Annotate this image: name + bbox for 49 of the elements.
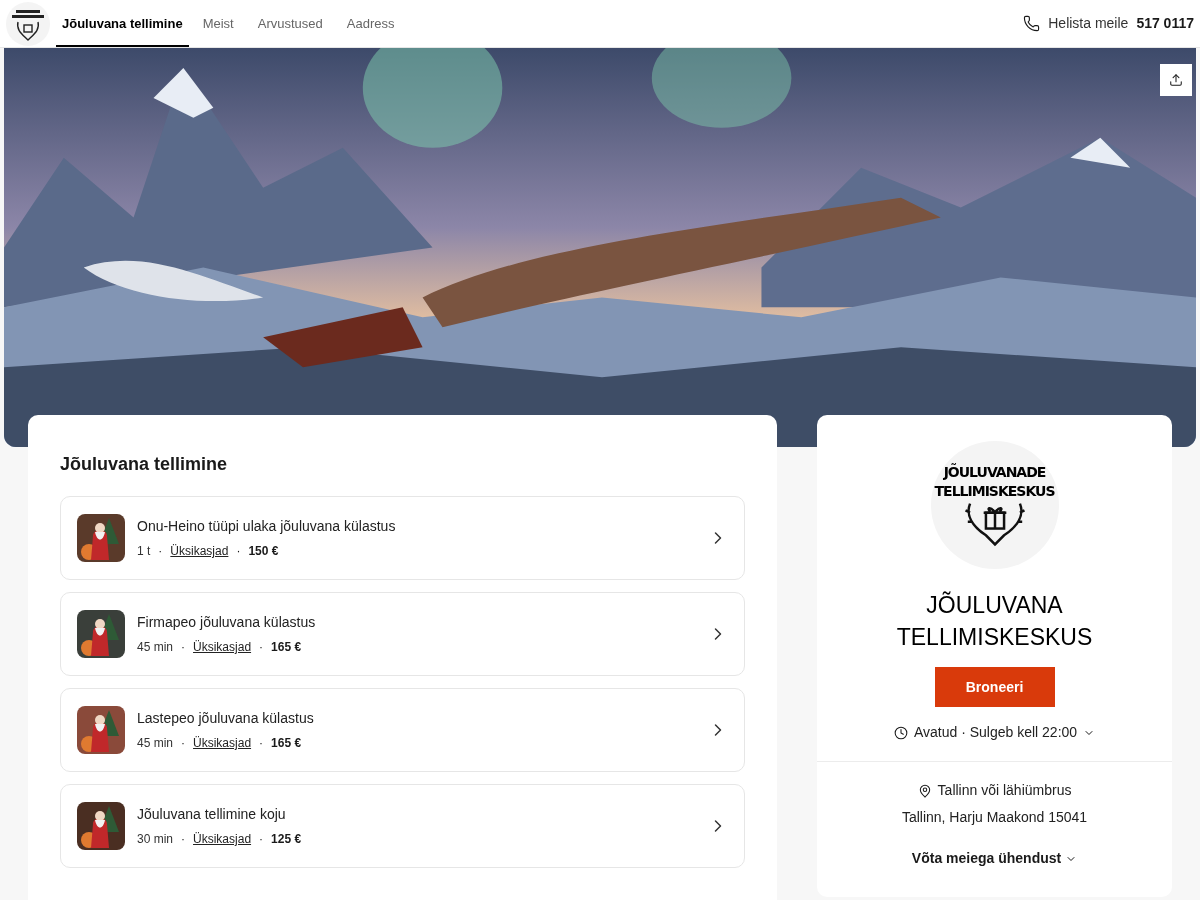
details-link[interactable]: Üksikasjad: [193, 830, 252, 848]
location-text: Tallinn või lähiümbrus: [937, 781, 1072, 800]
service-name: Lastepeo jõuluvana külastus: [137, 709, 315, 728]
phone-label: Helista meile: [1048, 14, 1129, 33]
service-row[interactable]: Firmapeo jõuluvana külastus 45 min · Üksikasjad · 165 €: [60, 592, 746, 676]
separator-dot: ·: [181, 831, 186, 848]
service-name: Onu-Heino tüüpi ulaka jõuluvana külastus: [137, 517, 397, 536]
opening-hours[interactable]: Avatud · Sulgeb kell 22:00: [913, 722, 1078, 743]
service-price: 165 €: [271, 639, 302, 656]
service-name: Firmapeo jõuluvana külastus: [137, 613, 317, 632]
separator-dot: ·: [158, 543, 163, 560]
service-row[interactable]: Onu-Heino tüüpi ulaka jõuluvana külastus 1 t · Üksikasjad · 150 €: [60, 496, 746, 580]
separator-dot: ·: [259, 735, 264, 752]
separator-dot: ·: [181, 639, 186, 656]
logo-text: JÕULUVANADE: [943, 463, 1046, 482]
separator-dot: ·: [236, 543, 241, 560]
book-button[interactable]: Broneeri: [934, 667, 1055, 707]
service-row[interactable]: Jõuluvana tellimine koju 30 min · Üksikasjad · 125 €: [60, 784, 746, 868]
phone-icon: [1023, 15, 1041, 32]
details-link[interactable]: Üksikasjad: [193, 734, 252, 752]
separator-dot: ·: [181, 735, 186, 752]
clock-icon: [893, 725, 908, 740]
separator-dot: ·: [259, 639, 264, 656]
contact-toggle[interactable]: Võta meiega ühendust: [911, 848, 1062, 869]
nav-tab[interactable]: Meist: [192, 0, 244, 47]
location-pin-icon: [917, 783, 932, 798]
details-link[interactable]: Üksikasjad: [170, 542, 229, 560]
business-name: TELLIMISKESKUS: [896, 623, 1093, 652]
service-name: Jõuluvana tellimine koju: [137, 805, 287, 824]
service-duration: 45 min: [137, 735, 174, 752]
service-duration: 30 min: [137, 831, 174, 848]
service-duration: 45 min: [137, 639, 174, 656]
service-duration: 1 t: [137, 543, 151, 560]
logo-text: TELLIMISKESKUS: [934, 482, 1055, 501]
share-icon: [1169, 73, 1183, 87]
nav-tab[interactable]: Aadress: [336, 0, 405, 47]
services-title: Jõuluvana tellimine: [60, 453, 229, 476]
logo[interactable]: [6, 1, 50, 46]
business-name: JÕULUVANA: [926, 590, 1063, 620]
service-price: 125 €: [271, 831, 302, 848]
service-price: 150 €: [248, 543, 279, 560]
address-text: Tallinn, Harju Maakond 15041: [901, 808, 1088, 827]
service-price: 165 €: [271, 735, 302, 752]
service-row[interactable]: Lastepeo jõuluvana külastus 45 min · Üksikasjad · 165 €: [60, 688, 746, 772]
details-link[interactable]: Üksikasjad: [193, 638, 252, 656]
separator-dot: ·: [259, 831, 264, 848]
nav-tab[interactable]: Arvustused: [247, 0, 333, 47]
share-button[interactable]: [1160, 64, 1192, 96]
phone-number[interactable]: 517 0117: [1136, 13, 1194, 34]
